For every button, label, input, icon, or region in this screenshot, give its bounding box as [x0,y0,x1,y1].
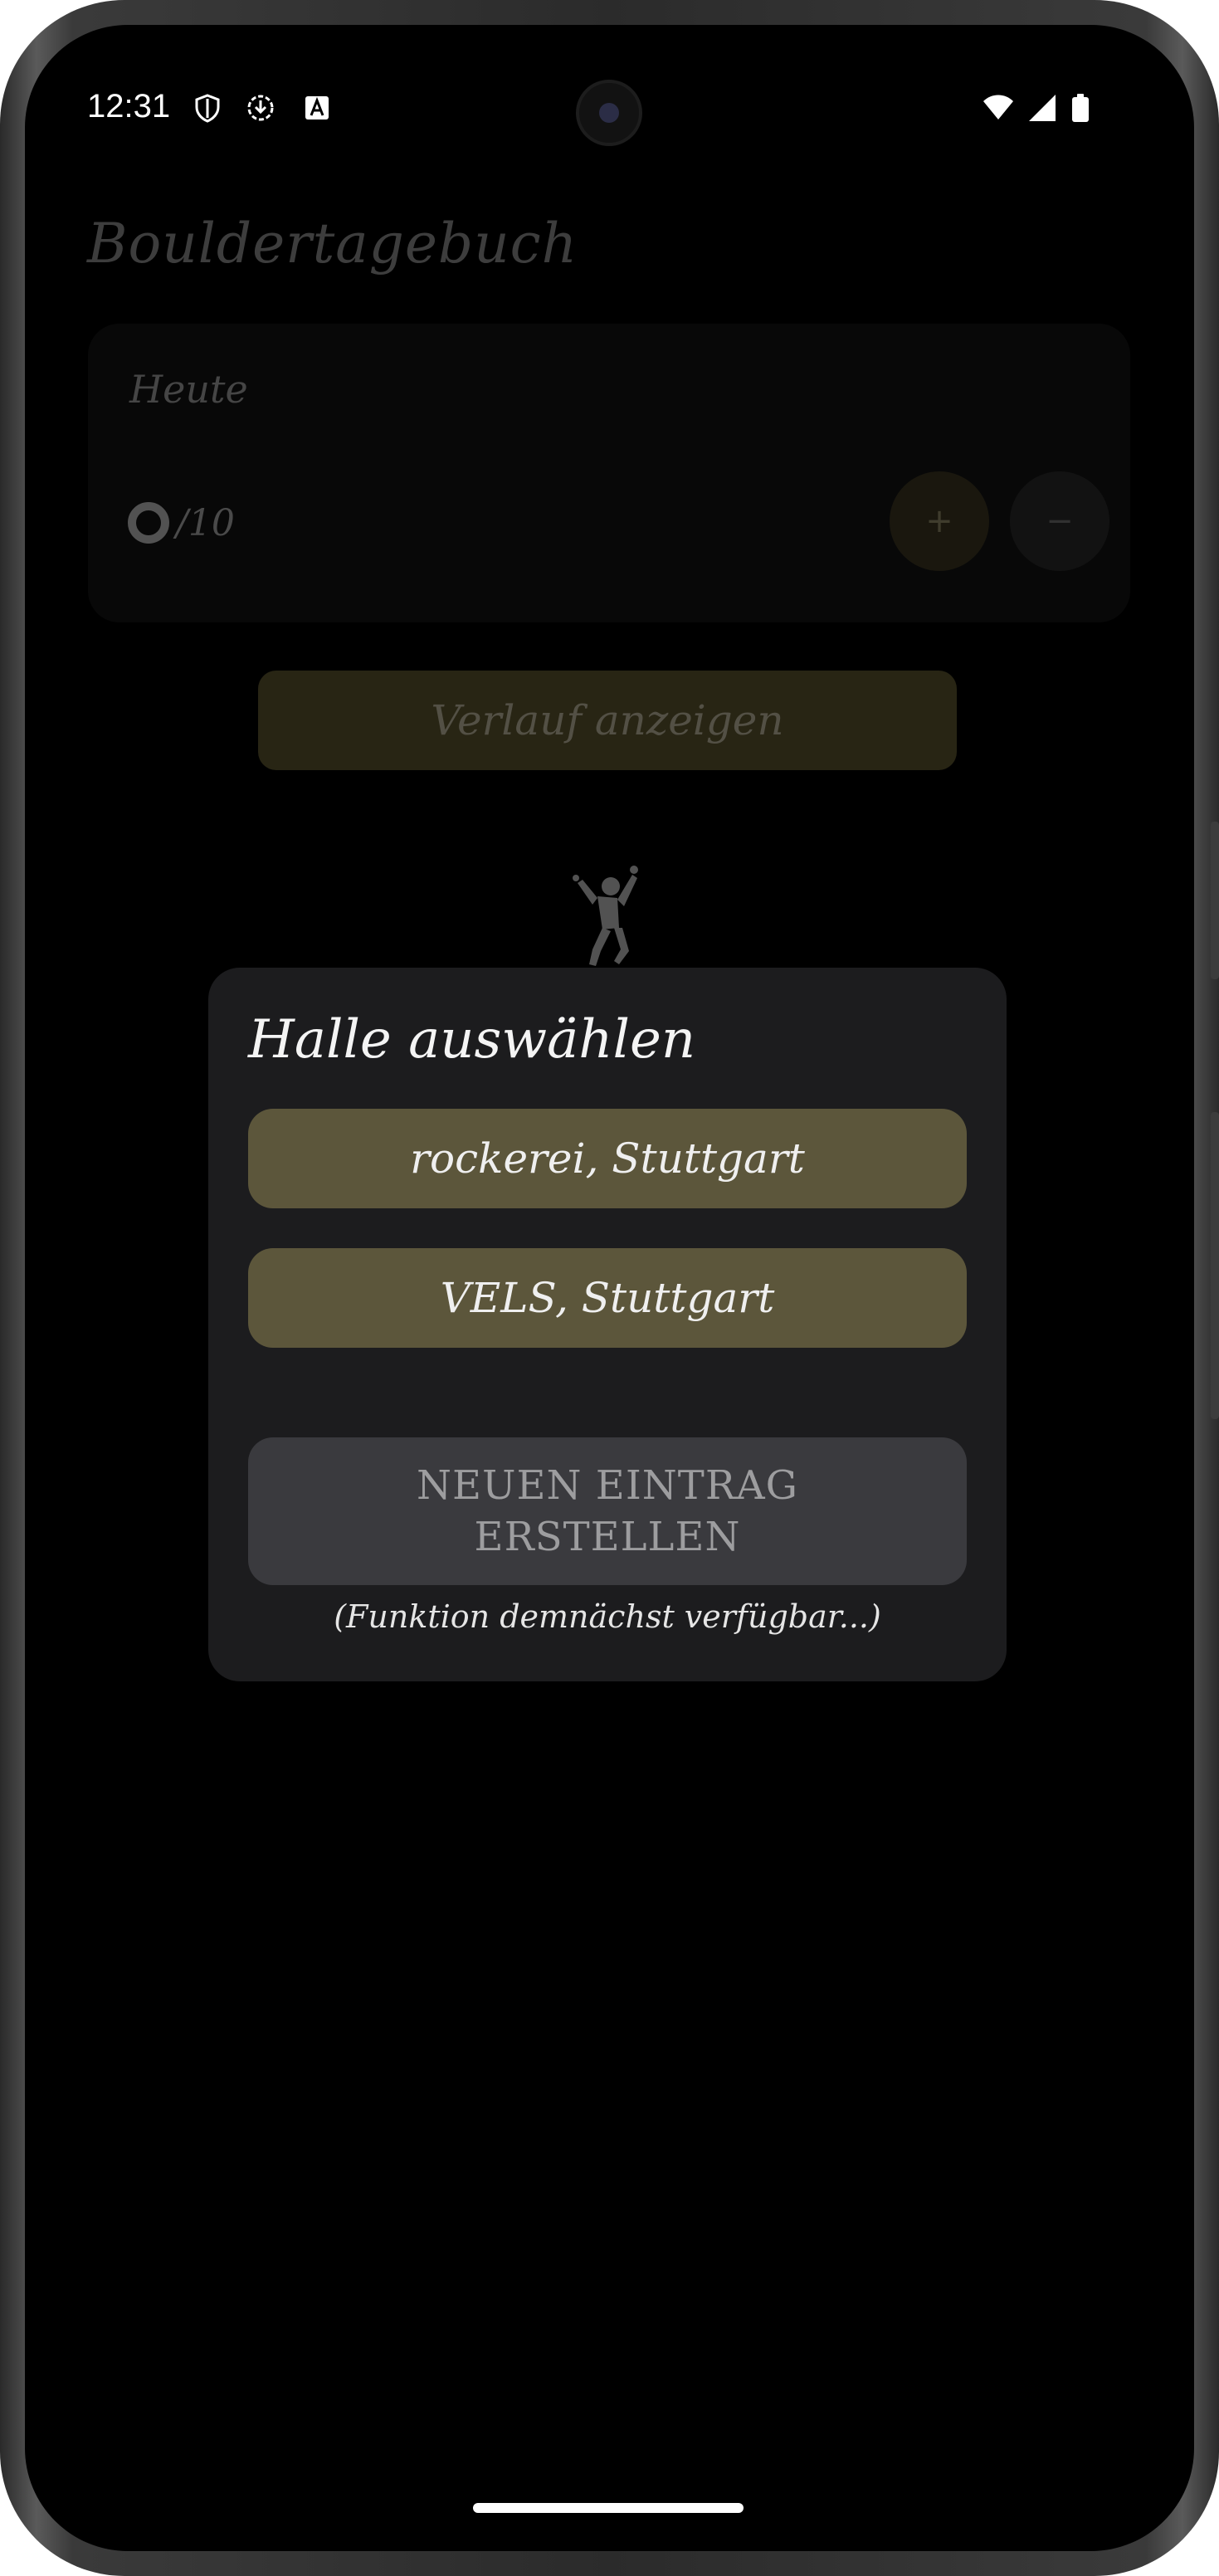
coming-soon-note: (Funktion demnächst verfügbar...) [334,1598,881,1635]
counter-total: /10 [176,501,235,544]
increment-button[interactable]: + [890,471,989,571]
climber-icon [573,866,638,966]
today-label: Heute [129,367,248,412]
download-icon [247,95,274,121]
text-icon [305,96,329,120]
status-time: 12:31 [87,88,171,124]
show-history-button[interactable]: Verlauf anzeigen [258,671,957,770]
screen: 12:31 Bouldertagebuch Heute /10 + − Verl… [25,25,1194,2551]
decrement-button[interactable]: − [1010,471,1109,571]
volume-button [1211,822,1219,979]
progress-ring-icon [128,502,169,544]
app-title: Bouldertagebuch [87,212,578,276]
shield-icon [195,94,220,123]
new-entry-label-line1: NEUEN EINTRAG [417,1462,798,1509]
select-gym-dialog: Halle auswählen rockerei, Stuttgart VELS… [208,968,1007,1681]
phone-frame: 12:31 Bouldertagebuch Heute /10 + − Verl… [0,0,1219,2576]
battery-icon [1072,94,1089,122]
front-camera [576,80,642,146]
home-indicator[interactable] [473,2503,744,2513]
today-counter: /10 [128,490,235,556]
dialog-title: Halle auswählen [248,1009,696,1071]
power-button [1211,1112,1219,1419]
new-entry-button[interactable]: NEUEN EINTRAG ERSTELLEN [248,1437,967,1585]
today-card: Heute /10 + − [88,324,1130,622]
signal-icon [1029,95,1056,121]
wifi-icon [983,95,1013,120]
status-bar: 12:31 [25,25,1194,146]
gym-option-vels[interactable]: VELS, Stuttgart [248,1248,967,1348]
new-entry-label-line2: ERSTELLEN [474,1514,741,1560]
gym-option-rockerei[interactable]: rockerei, Stuttgart [248,1109,967,1208]
